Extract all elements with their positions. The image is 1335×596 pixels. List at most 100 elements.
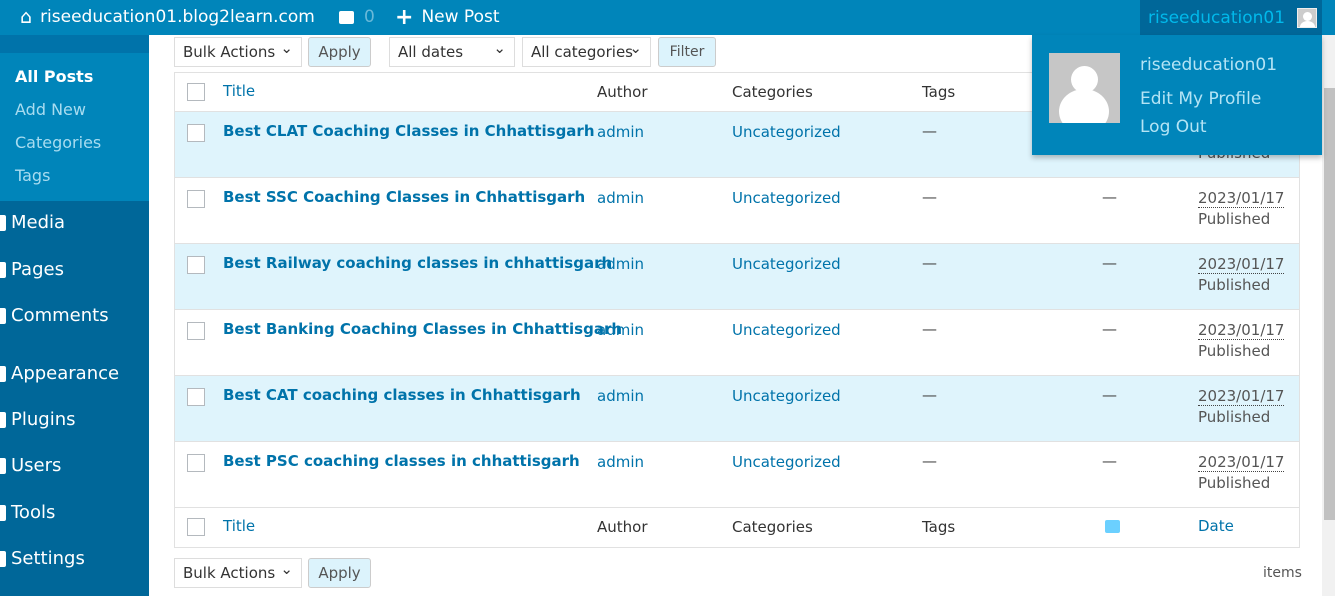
post-title-link[interactable]: Best Banking Coaching Classes in Chhatti… (223, 320, 622, 338)
select-all-checkbox[interactable] (187, 518, 205, 536)
column-date[interactable]: Date (1198, 517, 1234, 535)
plus-icon: + (395, 5, 414, 30)
post-title-link[interactable]: Best CLAT Coaching Classes in Chhattisga… (223, 122, 595, 140)
tags-value: — (922, 320, 937, 338)
sidebar-item-pages[interactable]: Pages (0, 259, 64, 280)
select-all-checkbox[interactable] (187, 83, 205, 101)
edit-profile-link[interactable]: Edit My Profile (1140, 89, 1261, 109)
comment-icon[interactable] (1105, 520, 1120, 533)
post-date: 2023/01/17 (1198, 387, 1285, 406)
post-status: Published (1198, 210, 1271, 228)
comments-link[interactable]: 0 (339, 0, 375, 35)
admin-bar: ⌂ riseeducation01.blog2learn.com 0 + New… (0, 0, 1335, 35)
sidebar-item-comments[interactable]: Comments (0, 305, 109, 326)
sidebar-item-plugins[interactable]: Plugins (0, 409, 75, 430)
home-icon: ⌂ (20, 6, 33, 28)
row-checkbox[interactable] (187, 190, 205, 208)
row-checkbox[interactable] (187, 322, 205, 340)
sidebar-item-tags[interactable]: Tags (15, 166, 50, 185)
post-date: 2023/01/17 (1198, 255, 1285, 274)
post-status: Published (1198, 276, 1271, 294)
column-tags: Tags (922, 83, 956, 101)
column-categories: Categories (732, 83, 813, 101)
sidebar-item-tools[interactable]: Tools (0, 502, 55, 523)
author-link[interactable]: admin (597, 453, 644, 471)
column-title[interactable]: Title (223, 517, 255, 535)
logout-link[interactable]: Log Out (1140, 117, 1207, 137)
comments-value: — (1102, 254, 1117, 272)
tags-value: — (922, 122, 937, 140)
column-title[interactable]: Title (223, 82, 255, 100)
table-row: Best CAT coaching classes in Chhattisgar… (175, 376, 1299, 442)
appearance-icon (0, 365, 6, 382)
table-row: Best Banking Coaching Classes in Chhatti… (175, 310, 1299, 376)
avatar (1297, 7, 1318, 28)
author-link[interactable]: admin (597, 123, 644, 141)
sidebar-item-all-posts[interactable]: All Posts (15, 67, 93, 86)
row-checkbox[interactable] (187, 256, 205, 274)
post-date: 2023/01/17 (1198, 453, 1285, 472)
site-link[interactable]: ⌂ riseeducation01.blog2learn.com (20, 0, 315, 35)
category-link[interactable]: Uncategorized (732, 255, 841, 273)
posts-submenu: All Posts Add New Categories Tags (0, 35, 149, 201)
author-link[interactable]: admin (597, 255, 644, 273)
column-categories: Categories (732, 518, 813, 536)
category-link[interactable]: Uncategorized (732, 453, 841, 471)
apply-button[interactable]: Apply (308, 37, 371, 67)
author-link[interactable]: admin (597, 321, 644, 339)
table-footer: Title Author Categories Tags Date (175, 508, 1299, 547)
sidebar-item-posts[interactable] (0, 35, 149, 53)
post-title-link[interactable]: Best Railway coaching classes in chhatti… (223, 254, 612, 272)
dates-select[interactable]: All dates (389, 34, 515, 67)
post-title-link[interactable]: Best PSC coaching classes in chhattisgar… (223, 452, 580, 470)
media-icon (0, 214, 6, 231)
sidebar-item-users[interactable]: Users (0, 455, 61, 476)
bulk-actions-select[interactable]: Bulk Actions (174, 34, 302, 67)
category-link[interactable]: Uncategorized (732, 321, 841, 339)
tools-icon (0, 504, 6, 521)
category-link[interactable]: Uncategorized (732, 123, 841, 141)
category-link[interactable]: Uncategorized (732, 387, 841, 405)
sidebar-item-settings[interactable]: Settings (0, 548, 85, 569)
new-post-link[interactable]: + New Post (395, 0, 500, 35)
column-tags: Tags (922, 518, 956, 536)
users-icon (0, 457, 6, 474)
sidebar-item-media[interactable]: Media (0, 212, 65, 233)
post-status: Published (1198, 342, 1271, 360)
scrollbar[interactable] (1322, 35, 1335, 596)
comments-icon (0, 307, 6, 324)
author-link[interactable]: admin (597, 387, 644, 405)
user-name[interactable]: riseeducation01 (1140, 55, 1277, 75)
post-title-link[interactable]: Best CAT coaching classes in Chhattisgar… (223, 386, 581, 404)
sidebar-item-appearance[interactable]: Appearance (0, 363, 119, 384)
column-author: Author (597, 83, 648, 101)
items-count: items (1263, 565, 1302, 581)
post-status: Published (1198, 408, 1271, 426)
user-account-menu[interactable]: riseeducation01 (1140, 0, 1322, 35)
author-link[interactable]: admin (597, 189, 644, 207)
sidebar-item-add-new[interactable]: Add New (15, 100, 86, 119)
avatar (1049, 53, 1120, 123)
filter-button[interactable]: Filter (658, 37, 716, 67)
row-checkbox[interactable] (187, 454, 205, 472)
row-checkbox[interactable] (187, 124, 205, 142)
bulk-actions-select-bottom[interactable]: Bulk Actions (174, 555, 302, 588)
sidebar-item-categories[interactable]: Categories (15, 133, 101, 152)
user-dropdown: riseeducation01 Edit My Profile Log Out (1032, 35, 1322, 155)
row-checkbox[interactable] (187, 388, 205, 406)
tags-value: — (922, 386, 937, 404)
category-link[interactable]: Uncategorized (732, 189, 841, 207)
pages-icon (0, 261, 6, 278)
post-title-link[interactable]: Best SSC Coaching Classes in Chhattisgar… (223, 188, 585, 206)
tags-value: — (922, 254, 937, 272)
scrollbar-thumb[interactable] (1324, 88, 1335, 520)
comments-value: — (1102, 386, 1117, 404)
tags-value: — (922, 188, 937, 206)
table-row: Best PSC coaching classes in chhattisgar… (175, 442, 1299, 508)
comments-value: — (1102, 452, 1117, 470)
categories-select[interactable]: All categories (522, 34, 651, 67)
tags-value: — (922, 452, 937, 470)
apply-button-bottom[interactable]: Apply (308, 558, 371, 588)
column-author: Author (597, 518, 648, 536)
table-row: Best Railway coaching classes in chhatti… (175, 244, 1299, 310)
